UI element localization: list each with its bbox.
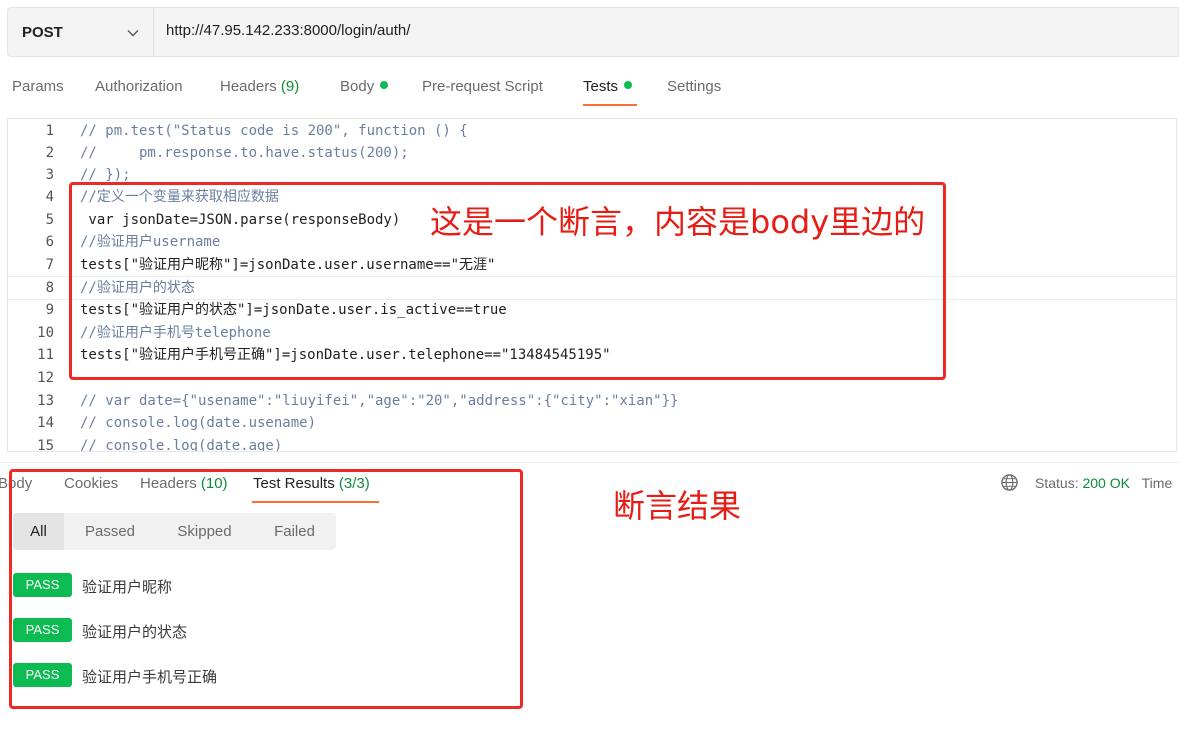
line-number: 8 <box>45 280 54 296</box>
tab-params[interactable]: Params <box>12 78 64 95</box>
request-url-bar: POST http://47.95.142.233:8000/login/aut… <box>7 7 1179 57</box>
active-tab-indicator <box>583 104 637 106</box>
line-number: 9 <box>45 302 54 318</box>
chevron-down-icon <box>127 30 139 37</box>
globe-icon[interactable] <box>1000 473 1019 492</box>
line-number: 7 <box>45 257 54 273</box>
tab-authorization[interactable]: Authorization <box>95 78 183 95</box>
line-number: 15 <box>37 438 54 452</box>
request-tabs: Params Authorization Headers (9) Body Pr… <box>0 76 1179 110</box>
method-label: POST <box>22 24 63 41</box>
tab-pre-request-script[interactable]: Pre-request Script <box>422 78 543 95</box>
response-status: Status: 200 OK Time <box>1035 475 1172 491</box>
tab-settings[interactable]: Settings <box>667 78 721 95</box>
code-text: // pm.response.to.have.status(200); <box>80 145 409 161</box>
line-number: 2 <box>45 145 54 161</box>
code-text: // console.log(date.age) <box>80 438 283 452</box>
method-select[interactable]: POST <box>8 8 154 56</box>
url-input[interactable]: http://47.95.142.233:8000/login/auth/ <box>166 22 410 39</box>
code-text: // var date={"usename":"liuyifei","age":… <box>80 393 679 409</box>
modified-dot-icon <box>624 81 633 89</box>
tab-headers-count: (9) <box>280 78 300 95</box>
line-number: 13 <box>37 393 54 409</box>
tab-body[interactable]: Body <box>340 78 389 95</box>
annotation-text-results: 断言结果 <box>613 487 742 525</box>
tab-body-label: Body <box>340 78 375 95</box>
code-line: 2 // pm.response.to.have.status(200); <box>8 142 1176 164</box>
line-number: 4 <box>45 189 54 205</box>
code-line: 15 // console.log(date.age) <box>8 435 1176 452</box>
line-number: 5 <box>45 212 54 228</box>
line-number: 12 <box>37 370 54 386</box>
tab-headers-label: Headers <box>220 78 277 95</box>
status-value: 200 OK <box>1082 475 1130 491</box>
annotation-box-results <box>9 469 523 709</box>
line-number: 11 <box>37 347 54 363</box>
code-line: 13 // var date={"usename":"liuyifei","age… <box>8 390 1176 412</box>
modified-dot-icon <box>380 81 389 89</box>
code-text: // pm.test("Status code is 200", functio… <box>80 123 468 139</box>
time-label: Time <box>1141 475 1173 491</box>
line-number: 14 <box>37 415 54 431</box>
code-line: 14 // console.log(date.usename) <box>8 412 1176 434</box>
line-number: 6 <box>45 234 54 250</box>
tab-headers[interactable]: Headers (9) <box>220 78 299 95</box>
tab-tests[interactable]: Tests <box>583 78 633 95</box>
status-label: Status: <box>1035 475 1079 491</box>
line-number: 10 <box>37 325 54 341</box>
tab-tests-label: Tests <box>583 78 619 95</box>
code-text: // console.log(date.usename) <box>80 415 317 431</box>
code-line: 1 // pm.test("Status code is 200", functi… <box>8 120 1176 142</box>
line-number: 3 <box>45 167 54 183</box>
annotation-text-code: 这是一个断言，内容是body里边的 <box>430 203 926 241</box>
line-number: 1 <box>45 123 54 139</box>
